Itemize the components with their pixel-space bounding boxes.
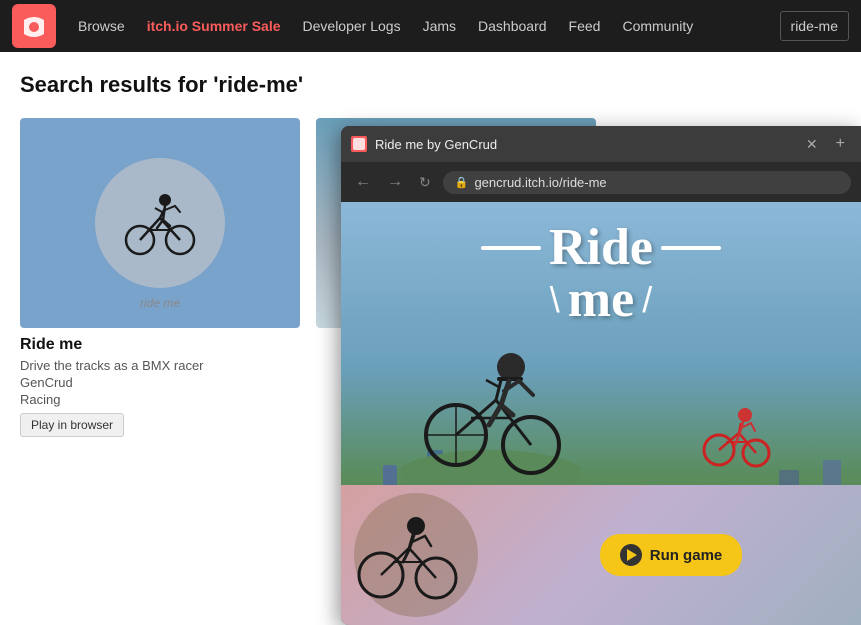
browser-lock-icon: 🔒 xyxy=(455,176,469,189)
game-title[interactable]: Ride me xyxy=(20,336,300,354)
thumb-circle xyxy=(95,158,225,288)
nav-community[interactable]: Community xyxy=(612,12,703,40)
game-thumbnail[interactable]: ride me xyxy=(20,118,300,328)
bottom-preview-section: Run game xyxy=(341,485,861,625)
run-game-button[interactable]: Run game xyxy=(600,534,743,576)
preview-bmx-circle-icon xyxy=(351,490,481,620)
browser-favicon xyxy=(351,136,367,152)
browser-game-content: Ride \ me / xyxy=(341,202,861,625)
browser-tab-close[interactable]: ✕ xyxy=(802,134,822,155)
secondary-bmx-rider-icon xyxy=(691,395,781,475)
navigation-bar: Browse itch.io Summer Sale Developer Log… xyxy=(0,0,861,52)
browser-forward-button[interactable]: → xyxy=(383,171,407,193)
game-banner: Ride \ me / xyxy=(341,202,861,625)
browser-refresh-button[interactable]: ↻ xyxy=(415,172,435,193)
play-circle-icon xyxy=(620,544,642,566)
bmx-rider-icon xyxy=(115,178,205,268)
dash-right xyxy=(661,246,721,250)
play-in-browser-button[interactable]: Play in browser xyxy=(20,413,124,437)
nav-dashboard[interactable]: Dashboard xyxy=(468,12,557,40)
game-title-word2: me xyxy=(568,274,634,326)
nav-developer-logs[interactable]: Developer Logs xyxy=(293,12,411,40)
browser-overlay: Ride me by GenCrud ✕ + ← → ↻ 🔒 gencrud.i… xyxy=(341,126,861,625)
browser-tab-add[interactable]: + xyxy=(830,133,851,155)
game-genre: Racing xyxy=(20,392,300,407)
browser-tab-title: Ride me by GenCrud xyxy=(375,137,794,152)
nav-username[interactable]: ride-me xyxy=(780,11,849,41)
dash-left xyxy=(481,246,541,250)
game-developer[interactable]: GenCrud xyxy=(20,375,300,390)
site-logo[interactable] xyxy=(12,4,56,48)
play-triangle-icon xyxy=(627,549,637,561)
browser-url: gencrud.itch.io/ride-me xyxy=(474,175,606,190)
run-game-label: Run game xyxy=(650,547,723,564)
thumb-label: ride me xyxy=(140,296,180,310)
slash-left-icon: \ xyxy=(550,279,560,321)
main-bmx-rider-icon xyxy=(401,325,581,485)
game-banner-title: Ride \ me / xyxy=(481,222,721,326)
thumbnail-image: ride me xyxy=(20,118,300,328)
title-row-1: Ride xyxy=(481,222,721,274)
nav-jams[interactable]: Jams xyxy=(413,12,466,40)
game-title-word1: Ride xyxy=(549,222,653,274)
browser-titlebar: Ride me by GenCrud ✕ + xyxy=(341,126,861,162)
game-description: Drive the tracks as a BMX racer xyxy=(20,358,300,373)
title-row-2: \ me / xyxy=(481,274,721,326)
browser-addressbar[interactable]: 🔒 gencrud.itch.io/ride-me xyxy=(443,171,851,194)
slash-right-icon: / xyxy=(642,279,652,321)
search-heading: Search results for 'ride-me' xyxy=(20,72,841,98)
browser-back-button[interactable]: ← xyxy=(351,171,375,193)
browser-toolbar: ← → ↻ 🔒 gencrud.itch.io/ride-me xyxy=(341,162,861,202)
game-card-ride-me: ride me Ride me Drive the tracks as a BM… xyxy=(20,118,300,437)
nav-feed[interactable]: Feed xyxy=(559,12,611,40)
nav-browse[interactable]: Browse xyxy=(68,12,135,40)
nav-links: Browse itch.io Summer Sale Developer Log… xyxy=(68,12,780,40)
nav-summer-sale[interactable]: itch.io Summer Sale xyxy=(137,12,291,40)
